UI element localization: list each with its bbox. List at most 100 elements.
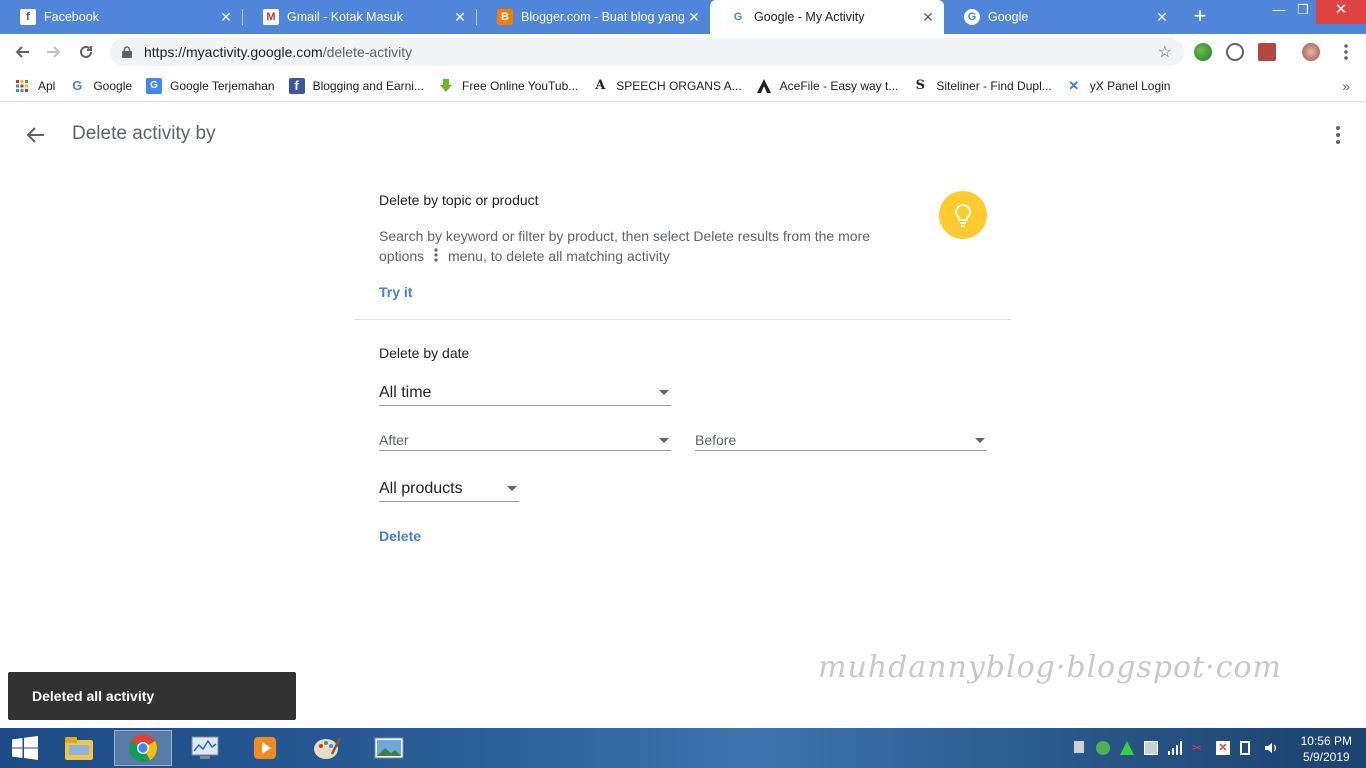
tray-volume-icon[interactable] [1264,741,1278,755]
bookmark-google-translate[interactable]: G Google Terjemahan [146,77,275,94]
bookmark-blogging[interactable]: f Blogging and Earni... [288,77,424,94]
tab-blogger[interactable]: B Blogger.com - Buat blog yang u ✕ [477,0,710,34]
taskbar-paint[interactable] [298,730,356,766]
picture-icon [374,737,404,759]
more-options-inline-icon [434,247,438,267]
before-label: Before [695,432,737,448]
google-icon: G [72,78,83,93]
taskbar-file-explorer[interactable] [50,730,108,766]
clock-time: 10:56 PM [1300,734,1352,748]
windows-taskbar: ✂ ✕ 10:56 PM 5/9/2019 [0,728,1366,768]
reload-button[interactable] [72,38,100,66]
section-divider [354,319,1011,320]
folder-icon [65,737,93,760]
bookmark-acefile[interactable]: AceFile - Easy way t... [756,78,899,94]
close-window-button[interactable]: ✕ [1316,0,1366,24]
bookmark-siteliner[interactable]: S Siteliner - Find Dupl... [912,78,1052,94]
delete-button[interactable]: Delete [379,528,421,544]
tray-display-icon[interactable] [1144,741,1158,755]
back-button[interactable] [8,38,36,66]
address-bar[interactable]: https://myactivity.google.com/delete-act… [110,38,1184,66]
taskbar-photo-viewer[interactable] [360,730,418,766]
new-tab-button[interactable]: + [1188,5,1212,29]
tray-tools-icon[interactable]: ✂ [1192,741,1206,755]
bookmark-star-icon[interactable]: ☆ [1158,42,1172,62]
tab-title: Facebook [44,10,99,24]
apps-grid-icon [14,78,30,94]
tab-facebook[interactable]: f Facebook ✕ [0,0,242,34]
chrome-menu-icon[interactable] [1332,38,1360,66]
products-value: All products [379,479,463,497]
watermark-text: muhdannyblog·blogspot·com [818,650,1282,685]
taskbar-chrome[interactable] [114,730,172,766]
chrome-icon [129,734,157,762]
bookmark-yx-panel[interactable]: ✕ yX Panel Login [1066,77,1171,94]
tab-my-activity[interactable]: G Google - My Activity ✕ [710,0,944,34]
taskbar-media-player[interactable] [236,730,294,766]
bookmarks-overflow-icon[interactable]: » [1342,78,1350,94]
back-arrow-icon [15,46,29,58]
bookmark-label: SPEECH ORGANS A... [616,78,742,93]
time-range-dropdown[interactable]: All time [379,380,671,406]
profile-avatar[interactable] [1302,43,1320,61]
chevron-down-icon [507,486,517,491]
windows-logo-icon [12,736,38,760]
tray-signal-icon[interactable] [1168,741,1182,755]
bookmark-label: Google [93,78,133,93]
lock-icon [120,45,134,59]
chevron-down-icon [975,437,985,443]
letter-a-icon: A [595,78,606,93]
tab-title: Google [988,10,1029,24]
tab-title: Blogger.com - Buat blog yang u [521,10,684,24]
close-icon[interactable]: ✕ [684,9,704,26]
tab-google[interactable]: G Google ✕ [944,0,1178,34]
extension-block-icon[interactable] [1226,43,1244,61]
taskbar-clock[interactable]: 10:56 PM 5/9/2019 [1301,733,1352,765]
tray-show-hidden-icon[interactable] [1074,741,1084,753]
tray-flag-error-icon[interactable]: ✕ [1216,741,1230,755]
yx-icon: ✕ [1068,77,1080,93]
start-button[interactable] [0,730,50,766]
bookmark-label: Free Online YouTub... [461,78,579,93]
close-icon[interactable]: ✕ [216,9,236,26]
bookmark-label: Siteliner - Find Dupl... [936,78,1052,93]
acefile-icon [756,78,772,94]
before-date-dropdown[interactable]: Before [695,430,987,451]
google-icon: G [733,11,743,23]
tab-gmail[interactable]: M Gmail - Kotak Masuk ✕ [243,0,476,34]
taskbar-performance-monitor[interactable] [176,730,234,766]
bookmark-label: yX Panel Login [1089,78,1171,93]
bookmark-label: Google Terjemahan [170,78,275,93]
products-dropdown[interactable]: All products [379,476,519,502]
gmail-icon: M [263,9,279,25]
facebook-icon: f [288,77,305,94]
url-host: https://myactivity.google.com [144,44,323,60]
extension-globe-icon[interactable] [1194,43,1212,61]
close-icon[interactable]: ✕ [1152,9,1172,26]
translate-icon: G [146,77,163,94]
bookmark-label: AceFile - Easy way t... [779,78,899,93]
more-options-icon[interactable] [1330,123,1346,147]
download-arrow-icon [438,78,454,94]
bookmark-google[interactable]: G Google [69,78,132,94]
forward-button[interactable] [40,38,68,66]
close-icon[interactable]: ✕ [450,9,470,26]
tray-triangle-icon[interactable] [1120,741,1134,755]
try-it-link[interactable]: Try it [379,284,412,300]
page-title: Delete activity by [72,123,216,144]
close-icon[interactable]: ✕ [918,9,938,26]
bookmark-speech-organs[interactable]: A SPEECH ORGANS A... [592,78,741,94]
clock-date: 5/9/2019 [1302,750,1350,764]
monitor-chart-icon [191,736,219,759]
bookmark-apps[interactable]: Apl [14,78,55,94]
bookmark-label: Blogging and Earni... [312,78,424,93]
after-date-dropdown[interactable]: After [379,430,671,451]
bookmark-youtube-downloader[interactable]: Free Online YouTub... [438,78,578,94]
play-icon [254,737,276,759]
tray-power-icon[interactable] [1240,741,1250,755]
back-arrow-icon[interactable] [24,123,48,147]
extension-pdf-icon[interactable] [1258,43,1276,61]
tab-title: Google - My Activity [754,10,865,24]
tray-network-app-icon[interactable] [1096,741,1110,755]
bookmark-label: Apl [38,78,56,93]
